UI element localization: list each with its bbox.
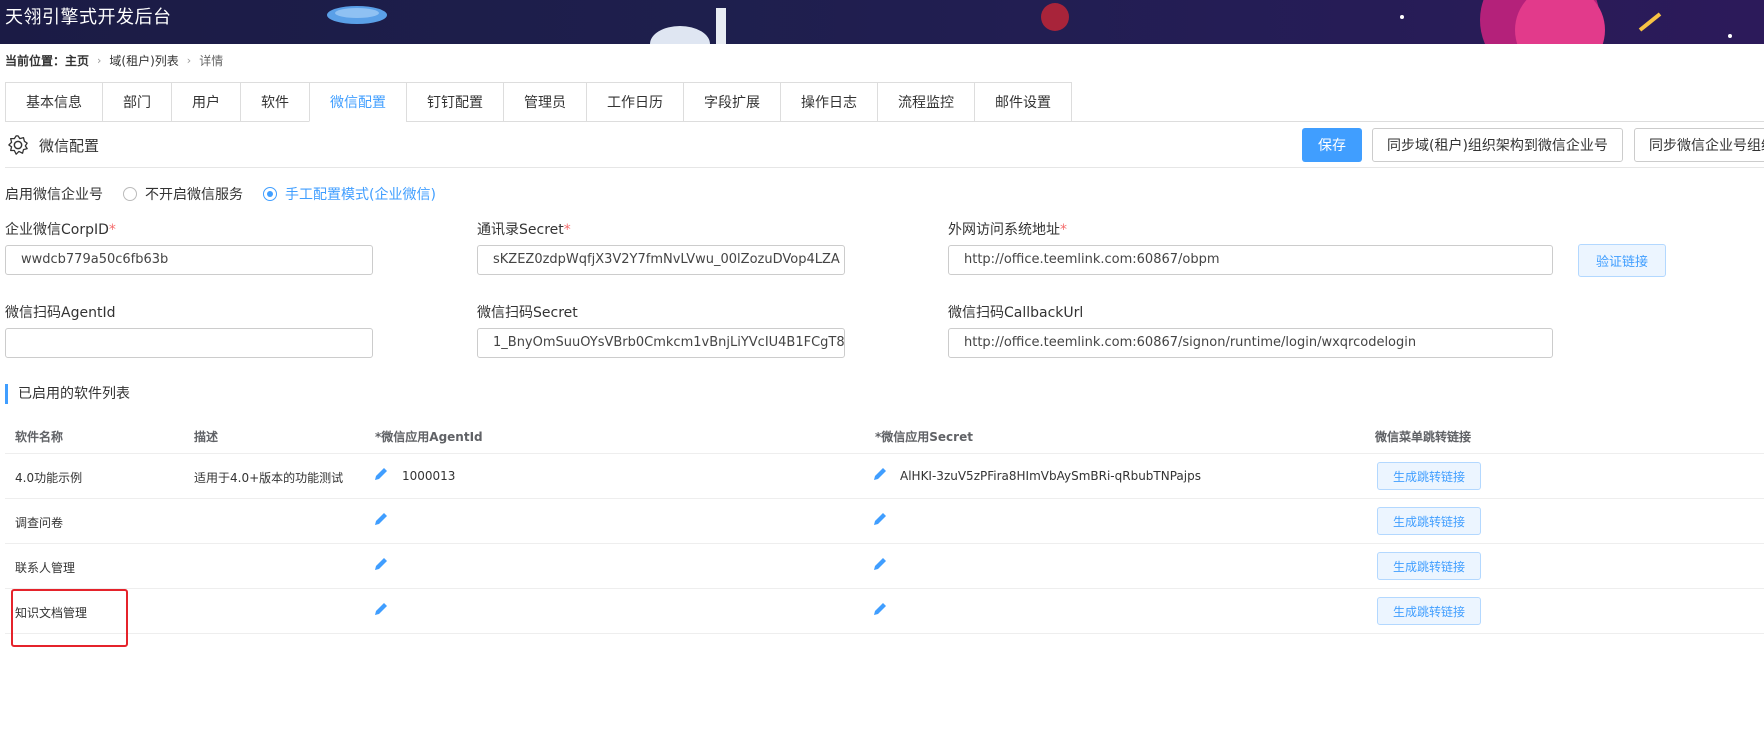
agentid-value: 1000013 [402, 469, 456, 483]
table-row: 联系人管理 生成跳转链接 [5, 544, 1764, 589]
col-jump-link: 微信菜单跳转链接 [1375, 430, 1472, 444]
gear-icon [8, 135, 28, 155]
scan-callback-input[interactable]: http://office.teemlink.com:60867/signon/… [948, 328, 1553, 358]
contact-secret-label: 通讯录Secret* [477, 222, 571, 238]
pencil-edit-icon[interactable] [373, 601, 389, 617]
enabled-software-title: 已启用的软件列表 [5, 384, 130, 404]
tab-process-monitor[interactable]: 流程监控 [877, 82, 974, 122]
chevron-right-icon: › [97, 54, 102, 67]
tab-bar: 基本信息 部门 用户 软件 微信配置 钉钉配置 管理员 工作日历 字段扩展 操作… [5, 82, 1764, 122]
col-description: 描述 [194, 430, 219, 444]
generate-link-button[interactable]: 生成跳转链接 [1377, 597, 1481, 625]
highlight-box [11, 589, 128, 647]
tab-admins[interactable]: 管理员 [503, 82, 586, 122]
radio-manual-mode-label[interactable]: 手工配置模式(企业微信) [285, 184, 436, 204]
breadcrumb: 当前位置：主页 › 域(租户)列表 › 详情 [5, 52, 223, 69]
software-desc: 适用于4.0+版本的功能测试 [194, 471, 344, 485]
contact-secret-input[interactable]: sKZEZ0zdpWqfjX3V2Y7fmNvLVwu_00lZozuDVop4… [477, 245, 845, 275]
section-header: 微信配置 保存 同步域(租户)组织架构到微信企业号 同步微信企业号组织 [5, 128, 1764, 168]
table-row: 4.0功能示例 适用于4.0+版本的功能测试 1000013 AlHKI-3zu… [5, 454, 1764, 499]
col-software-name: 软件名称 [15, 430, 64, 444]
decorative-illustration [327, 0, 1732, 44]
col-agentid: *微信应用AgentId [375, 430, 483, 444]
tab-basic-info[interactable]: 基本信息 [5, 82, 102, 122]
section-title: 微信配置 [39, 137, 100, 155]
tab-users[interactable]: 用户 [171, 82, 240, 122]
external-url-label: 外网访问系统地址* [948, 222, 1067, 238]
verify-link-button[interactable]: 验证链接 [1578, 244, 1666, 277]
pencil-edit-icon[interactable] [373, 556, 389, 572]
software-name: 联系人管理 [15, 561, 76, 575]
tab-dingtalk-config[interactable]: 钉钉配置 [406, 82, 503, 122]
pencil-edit-icon[interactable] [872, 556, 888, 572]
table-row: 知识文档管理 生成跳转链接 [5, 589, 1764, 634]
tab-work-calendar[interactable]: 工作日历 [586, 82, 683, 122]
scan-agentid-label: 微信扫码AgentId [5, 305, 116, 321]
software-name: 调查问卷 [15, 516, 64, 530]
save-button[interactable]: 保存 [1302, 128, 1362, 162]
enable-wechat-row: 启用微信企业号 不开启微信服务 手工配置模式(企业微信) [5, 184, 436, 204]
tab-software[interactable]: 软件 [240, 82, 309, 122]
tab-operation-log[interactable]: 操作日志 [780, 82, 877, 122]
table-header: 软件名称 描述 *微信应用AgentId *微信应用Secret 微信菜单跳转链… [5, 418, 1764, 454]
pencil-edit-icon[interactable] [872, 601, 888, 617]
radio-disable-wechat-label[interactable]: 不开启微信服务 [145, 184, 243, 204]
scan-agentid-input[interactable] [5, 328, 373, 358]
pencil-edit-icon[interactable] [872, 511, 888, 527]
scan-secret-input[interactable]: 1_BnyOmSuuOYsVBrb0Cmkcm1vBnjLiYVcIU4B1FC… [477, 328, 845, 358]
sync-wechat-org-button[interactable]: 同步微信企业号组织 [1634, 128, 1764, 162]
generate-link-button[interactable]: 生成跳转链接 [1377, 507, 1481, 535]
external-url-input[interactable]: http://office.teemlink.com:60867/obpm [948, 245, 1553, 275]
breadcrumb-home[interactable]: 当前位置：主页 [5, 52, 89, 69]
radio-disable-wechat[interactable] [123, 187, 137, 201]
tab-mail-settings[interactable]: 邮件设置 [974, 82, 1072, 122]
tab-wechat-config[interactable]: 微信配置 [309, 82, 406, 122]
scan-callback-label: 微信扫码CallbackUrl [948, 305, 1084, 321]
tab-field-extension[interactable]: 字段扩展 [683, 82, 780, 122]
generate-link-button[interactable]: 生成跳转链接 [1377, 552, 1481, 580]
pencil-edit-icon[interactable] [373, 511, 389, 527]
breadcrumb-current: 详情 [199, 54, 224, 68]
scan-secret-label: 微信扫码Secret [477, 305, 578, 321]
tab-departments[interactable]: 部门 [102, 82, 171, 122]
enable-wechat-label: 启用微信企业号 [5, 187, 103, 203]
pencil-edit-icon[interactable] [373, 466, 389, 482]
generate-link-button[interactable]: 生成跳转链接 [1377, 462, 1481, 490]
chevron-right-icon: › [186, 54, 192, 67]
table-row: 调查问卷 生成跳转链接 [5, 499, 1764, 544]
header-banner: 天翎引擎式开发后台 [0, 0, 1764, 44]
pencil-edit-icon[interactable] [872, 466, 888, 482]
breadcrumb-tenant-list[interactable]: 域(租户)列表 [109, 52, 178, 69]
software-name: 4.0功能示例 [15, 471, 83, 485]
corpid-label: 企业微信CorpID* [5, 222, 116, 238]
corpid-input[interactable]: wwdcb779a50c6fb63b [5, 245, 373, 275]
secret-value: AlHKI-3zuV5zPFira8HImVbAySmBRi-qRbubTNPa… [900, 469, 1201, 483]
sync-org-to-wechat-button[interactable]: 同步域(租户)组织架构到微信企业号 [1372, 128, 1623, 162]
radio-manual-mode[interactable] [263, 187, 277, 201]
col-secret: *微信应用Secret [875, 430, 973, 444]
